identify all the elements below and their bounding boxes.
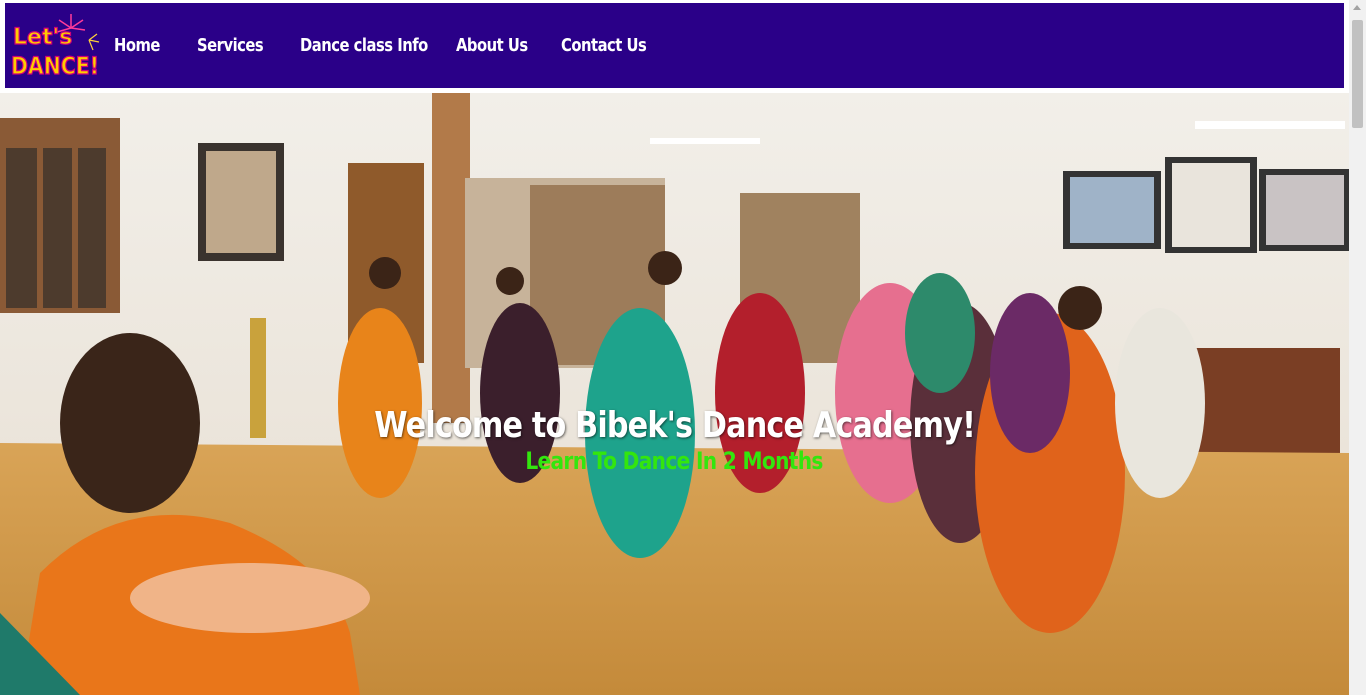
hero-title: Welcome to Bibek's Dance Academy! <box>374 405 976 446</box>
dance-class-photo <box>0 93 1349 695</box>
svg-text:Let's: Let's <box>13 25 72 50</box>
nav-about-us-link[interactable]: About Us <box>456 35 542 56</box>
nav-services-link[interactable]: Services <box>197 35 281 56</box>
scroll-up-arrow-icon[interactable] <box>1353 5 1361 10</box>
vertical-scrollbar[interactable] <box>1349 0 1366 695</box>
svg-text:DANCE!: DANCE! <box>11 52 99 80</box>
hero-banner: Welcome to Bibek's Dance Academy! Learn … <box>0 93 1349 695</box>
hero-subtitle: Learn To Dance In 2 Months <box>525 447 824 475</box>
nav-dance-class-info-link[interactable]: Dance class Info <box>300 35 428 56</box>
nav-home-link[interactable]: Home <box>114 35 182 56</box>
lets-dance-logo[interactable]: Let's DANCE! <box>9 10 101 82</box>
nav-contact-us-link[interactable]: Contact Us <box>561 35 651 56</box>
nav-menu: Home Services Dance class Info About Us … <box>114 3 671 88</box>
top-navbar: Let's DANCE! Home Services Dance class I… <box>5 3 1344 88</box>
scrollbar-thumb[interactable] <box>1352 20 1363 128</box>
